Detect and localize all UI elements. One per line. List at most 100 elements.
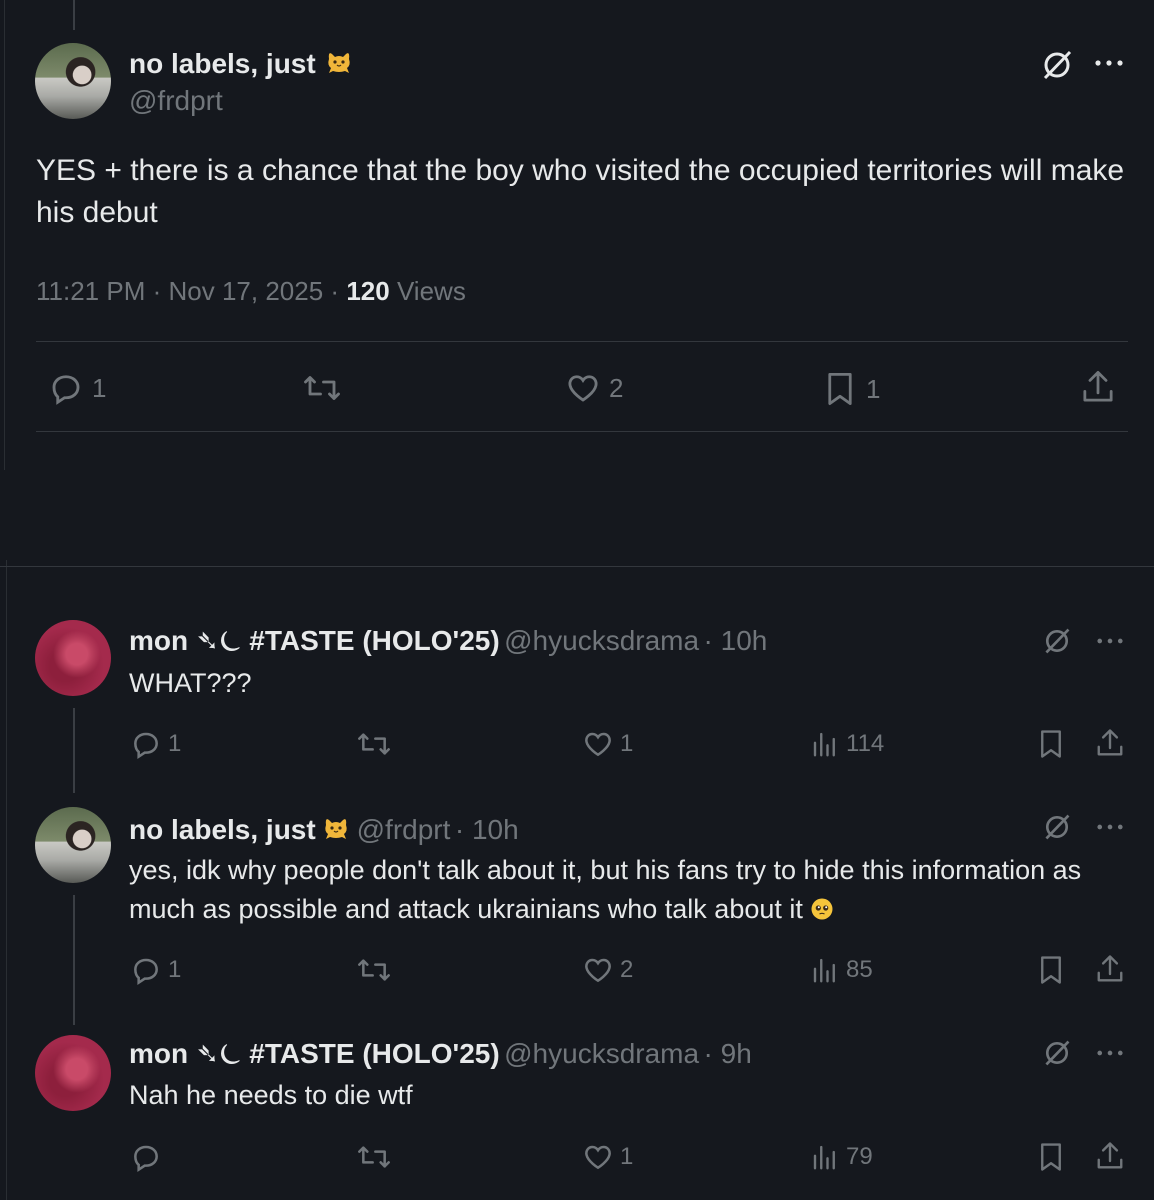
retweet-icon [358,959,390,981]
timestamp[interactable]: · 9h [704,1038,752,1069]
tweet-time[interactable]: 11:21 PM [36,276,145,306]
tweet-meta: 11:21 PM · Nov 17, 2025 · 120 Views [36,276,466,307]
bookmark-button[interactable] [1036,1140,1066,1174]
views-button[interactable]: 79 [810,1141,873,1173]
bookmark-button[interactable] [1036,953,1066,987]
avatar[interactable] [35,43,111,119]
share-icon [1097,955,1123,982]
grok-icon[interactable] [1040,48,1074,82]
grok-icon[interactable] [1042,626,1072,656]
like-button[interactable]: 2 [565,370,623,406]
meta-separator: · [152,276,162,306]
share-button[interactable] [1080,368,1116,406]
retweet-icon [304,376,340,400]
reply-icon [134,958,158,986]
avatar[interactable] [35,807,111,883]
more-icon[interactable] [1096,822,1124,832]
share-icon [1097,729,1123,756]
views-button[interactable]: 85 [810,954,873,986]
timestamp[interactable]: · 10h [455,814,519,845]
share-button[interactable] [1095,1139,1125,1173]
display-name[interactable]: no labels, just [129,814,316,845]
like-button[interactable]: 1 [582,728,633,760]
retweet-button[interactable] [356,728,392,760]
views-count: 120 [346,276,390,306]
divider [36,341,1128,342]
left-border-lower [6,560,7,1200]
reply-button[interactable] [130,1141,168,1173]
reply-icon [134,732,158,760]
handle[interactable]: @frdprt [129,85,223,117]
left-border [4,0,5,470]
handle[interactable]: @hyucksdrama [504,1038,699,1069]
share-button[interactable] [1095,726,1125,760]
handle[interactable]: @hyucksdrama [504,625,699,656]
cat-emoji-icon [328,53,351,73]
like-count: 2 [609,372,624,403]
display-name[interactable]: no labels, just [129,45,355,80]
thread-line-top [73,0,75,30]
share-button[interactable] [1095,952,1125,986]
divider [36,431,1128,432]
reply-count: 1 [168,956,182,983]
views-icon [813,1145,835,1170]
reply-count: 1 [168,730,182,757]
bookmark-count: 1 [866,373,881,404]
reply-button[interactable]: 1 [48,370,106,406]
like-button[interactable]: 2 [582,954,633,986]
bookmark-button[interactable]: 1 [822,370,880,408]
bookmark-icon [1041,1143,1061,1171]
handle[interactable]: @frdprt [357,814,451,845]
reply-button[interactable]: 1 [130,728,181,760]
like-icon [568,375,598,402]
thread-line [73,708,75,793]
grok-icon[interactable] [1042,812,1072,842]
bookmark-icon [1041,730,1061,758]
section-divider [0,566,1154,567]
thread-page: no labels, just @frdprt YES + there is a… [0,0,1154,1200]
reply-icon [134,1145,158,1173]
like-icon [585,1145,611,1170]
meta-separator: · [330,276,340,306]
timestamp[interactable]: · 10h [704,625,768,656]
grok-icon[interactable] [1042,1038,1072,1068]
more-icon[interactable] [1094,58,1124,68]
display-name-text[interactable]: no labels, just [129,48,316,79]
retweet-icon [358,733,390,755]
views-icon [813,732,835,757]
bookmark-button[interactable] [1036,727,1066,761]
views-icon [813,958,835,983]
retweet-button[interactable] [302,370,342,406]
share-icon [1083,370,1113,402]
views-count: 79 [846,1143,873,1170]
cat-emoji-icon [325,819,347,839]
reply-count: 1 [92,372,107,403]
more-icon[interactable] [1096,1048,1124,1058]
retweet-button[interactable] [356,1141,392,1173]
like-count: 1 [620,730,634,757]
reply-header: mon ➴⏾ #TASTE (HOLO'25) @hyucksdrama · 1… [129,624,767,658]
like-count: 2 [620,956,634,983]
tweet-date[interactable]: Nov 17, 2025 [169,276,324,306]
reply-header: mon ➴⏾ #TASTE (HOLO'25) @hyucksdrama · 9… [129,1037,752,1071]
reply-icon [52,375,80,405]
avatar[interactable] [35,620,111,696]
views-label: Views [396,276,466,306]
like-button[interactable]: 1 [582,1141,633,1173]
views-button[interactable]: 114 [810,728,884,760]
avatar[interactable] [35,1035,111,1111]
views-count: 114 [846,730,885,757]
display-name[interactable]: mon ➴⏾ #TASTE (HOLO'25) [129,625,500,656]
reply-text: Nah he needs to die wtf [129,1080,413,1110]
like-icon [585,958,611,983]
retweet-button[interactable] [356,954,392,986]
reply-button[interactable]: 1 [130,954,181,986]
reply-text: yes, idk why people don't talk about it,… [129,851,1129,929]
thread-line [73,895,75,1025]
reply-text-content: yes, idk why people don't talk about it,… [129,855,1082,924]
tweet-text: YES + there is a chance that the boy who… [36,154,1125,229]
display-name[interactable]: mon ➴⏾ #TASTE (HOLO'25) [129,1038,500,1069]
more-icon[interactable] [1096,636,1124,646]
pleading-face-emoji-icon [811,898,833,920]
share-icon [1097,1142,1123,1169]
